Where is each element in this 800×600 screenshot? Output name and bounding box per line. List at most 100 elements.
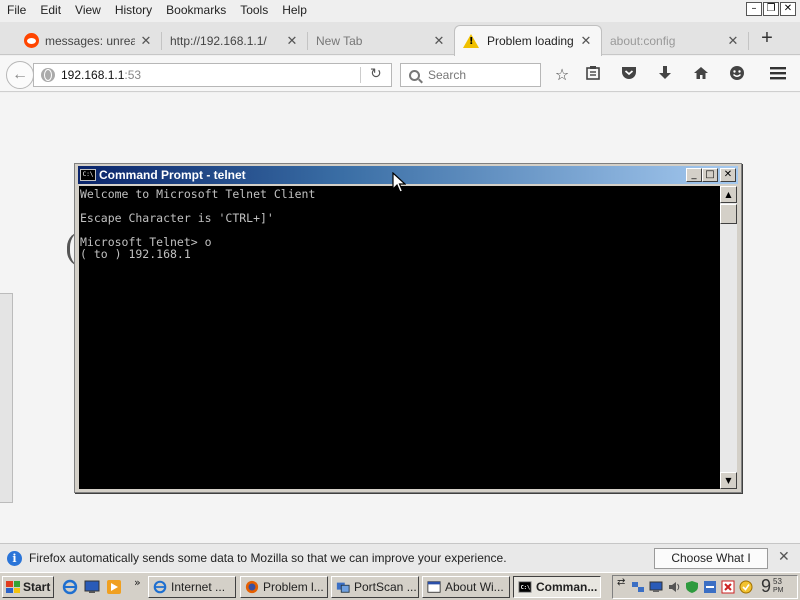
menu-bookmarks[interactable]: Bookmarks [159, 0, 233, 22]
firefox-icon [245, 580, 259, 594]
pocket-icon[interactable] [619, 65, 639, 85]
tab-close-icon[interactable]: ✕ [139, 33, 153, 49]
scrollbar-thumb[interactable] [720, 204, 737, 224]
scroll-down-arrow-icon[interactable]: ▼ [720, 472, 737, 489]
scroll-up-arrow-icon[interactable]: ▲ [720, 186, 737, 203]
svg-text:C:\: C:\ [521, 585, 530, 591]
tab-router[interactable]: http://192.168.1.1/ ✕ [162, 26, 307, 55]
display-tray-icon[interactable] [649, 580, 663, 594]
desktop-quicklaunch-icon[interactable] [84, 579, 100, 595]
console-line: ( to ) 192.168.1 [80, 247, 191, 261]
portscan-icon [336, 582, 350, 593]
tab-problem-loading[interactable]: Problem loading ... ✕ [454, 25, 602, 56]
cmd-maximize-button[interactable]: □ [702, 168, 718, 182]
task-label: Problem l... [263, 580, 324, 594]
volume-tray-icon[interactable] [667, 580, 681, 594]
page-side-panel [0, 293, 13, 503]
cmd-titlebar[interactable]: C:\ Command Prompt - telnet _ □ ✕ [78, 166, 738, 184]
menu-help[interactable]: Help [275, 0, 314, 22]
network-tray-icon[interactable] [631, 580, 645, 594]
task-about-windows[interactable]: About Wi... [422, 576, 510, 598]
start-button[interactable]: Start [2, 576, 54, 598]
ie-quicklaunch-icon[interactable] [62, 579, 78, 595]
info-icon: i [7, 550, 22, 566]
mouse-cursor-icon [392, 172, 406, 193]
cmd-window: C:\ Command Prompt - telnet _ □ ✕ Welcom… [74, 163, 742, 493]
cmd-window-icon[interactable]: C:\ [80, 169, 96, 181]
restore-button[interactable]: ❐ [763, 2, 779, 16]
start-label: Start [23, 580, 51, 594]
cmd-close-button[interactable]: ✕ [720, 168, 736, 182]
connection-tray-icon[interactable] [703, 580, 717, 594]
task-label: Internet ... [171, 580, 226, 594]
media-player-quicklaunch-icon[interactable] [106, 579, 122, 595]
menu-history[interactable]: History [108, 0, 159, 22]
tab-new-tab[interactable]: New Tab ✕ [308, 26, 454, 55]
clock-hour[interactable]: 9 [761, 576, 771, 597]
tab-about-config[interactable]: about:config ✕ [602, 26, 748, 55]
tab-messages[interactable]: messages: unread ✕ [16, 26, 161, 55]
tab-label: messages: unread [45, 33, 135, 48]
tab-close-icon[interactable]: ✕ [285, 33, 299, 49]
menu-view[interactable]: View [68, 0, 108, 22]
search-icon [409, 69, 420, 81]
menu-file[interactable]: File [0, 0, 33, 22]
tab-label: http://192.168.1.1/ [170, 33, 267, 48]
task-firefox[interactable]: Problem l... [240, 576, 328, 598]
tab-label: about:config [610, 33, 676, 48]
search-bar[interactable]: Search [400, 63, 541, 87]
globe-icon[interactable] [41, 68, 55, 82]
system-tray: ⇄ 9 53 PM [612, 575, 798, 599]
new-tab-button[interactable]: + [756, 28, 778, 50]
url-port: :53 [124, 68, 142, 82]
cmd-icon: C:\ [518, 581, 532, 593]
search-placeholder: Search [428, 68, 467, 82]
tab-bar: messages: unread ✕ http://192.168.1.1/ ✕… [0, 22, 800, 56]
task-portscan[interactable]: PortScan ... [331, 576, 419, 598]
tray-expand-icon[interactable]: ⇄ [617, 577, 625, 588]
notification-close-icon[interactable]: ✕ [778, 549, 790, 565]
tab-separator [748, 32, 749, 50]
home-icon[interactable] [691, 65, 711, 85]
cmd-minimize-button[interactable]: _ [686, 168, 702, 182]
alert-tray-icon[interactable] [721, 580, 735, 594]
menu-bar: File Edit View History Bookmarks Tools H… [0, 0, 800, 22]
url-divider [360, 67, 361, 83]
hamburger-menu-icon[interactable] [768, 65, 788, 85]
task-label: PortScan ... [354, 580, 417, 594]
menu-tools[interactable]: Tools [233, 0, 275, 22]
choose-what-i-share-button[interactable]: Choose What I Share [654, 548, 768, 584]
update-tray-icon[interactable] [739, 580, 753, 594]
download-icon[interactable] [655, 65, 675, 85]
quicklaunch-chevron-icon[interactable]: » [134, 576, 141, 589]
security-tray-icon[interactable] [685, 580, 699, 594]
hello-chat-icon[interactable] [727, 65, 747, 85]
navigation-toolbar: 192.168.1.1:53 ↻ ← Search ☆ [0, 56, 800, 92]
window-controls: – ❐ ✕ [746, 2, 796, 16]
close-window-button[interactable]: ✕ [780, 2, 796, 16]
windows-flag-icon [6, 581, 20, 593]
tab-close-icon[interactable]: ✕ [432, 33, 446, 49]
cmd-scrollbar[interactable]: ▲ ▼ [720, 186, 737, 489]
notification-text: Firefox automatically sends some data to… [29, 551, 507, 565]
tab-label: New Tab [316, 33, 363, 48]
tab-close-icon[interactable]: ✕ [579, 33, 593, 49]
task-command-prompt[interactable]: C:\ Comman... [513, 576, 601, 598]
reading-list-icon[interactable] [583, 65, 603, 85]
menu-edit[interactable]: Edit [33, 0, 68, 22]
minimize-button[interactable]: – [746, 2, 762, 16]
url-bar[interactable]: 192.168.1.1:53 ↻ [33, 63, 392, 87]
cmd-title: Command Prompt - telnet [99, 168, 246, 182]
tab-label: Problem loading ... [487, 34, 575, 48]
cmd-console[interactable]: Welcome to Microsoft Telnet Client Escap… [79, 186, 720, 489]
back-button[interactable]: ← [6, 61, 34, 89]
url-text[interactable]: 192.168.1.1:53 [61, 68, 141, 82]
tab-close-icon[interactable]: ✕ [726, 33, 740, 49]
bookmark-star-icon[interactable]: ☆ [552, 65, 572, 85]
task-label: About Wi... [445, 580, 504, 594]
task-internet-explorer[interactable]: Internet ... [148, 576, 236, 598]
reload-icon[interactable]: ↻ [370, 66, 382, 82]
warning-icon [463, 34, 479, 48]
notification-bar: i Firefox automatically sends some data … [0, 543, 800, 584]
clock-ampm: PM [773, 587, 784, 594]
